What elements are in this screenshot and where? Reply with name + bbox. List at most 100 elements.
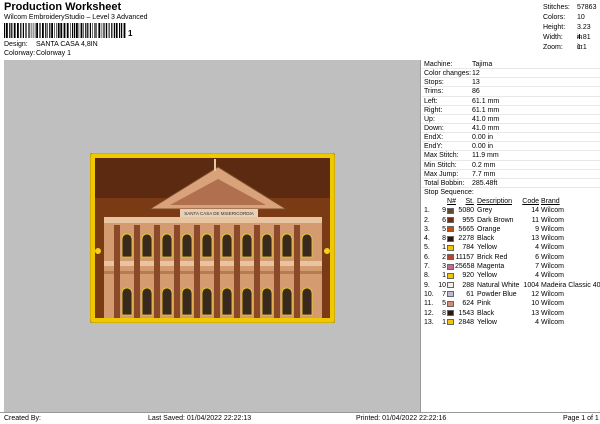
thread-brand: Wilcom (541, 244, 564, 252)
needle-number: 9 (442, 207, 446, 215)
stop-row: 5. 1 784 Yellow 4 Wilcom (422, 243, 600, 252)
info-value: 86 (472, 88, 480, 96)
machine-info: Machine: Tajima Color changes: 12 Stops: 13 Tr… (422, 60, 600, 188)
stitch-count: 1543 (458, 309, 474, 317)
info-value: 11.9 mm (472, 152, 499, 160)
color-description: Brick Red (477, 253, 508, 261)
info-value: 0.00 in (472, 134, 494, 142)
needle-number: 3 (442, 263, 446, 271)
thread-brand: Wilcom (541, 225, 564, 233)
info-label: Stops: (424, 79, 444, 87)
color-description: Powder Blue (477, 290, 517, 298)
design-name: SANTA CASA 4,8IN (36, 41, 98, 48)
info-row: EndY: 0.00 in (422, 142, 600, 152)
stitch-count: 11157 (455, 253, 474, 261)
stop-row: 6. 2 11157 Brick Red 6 Wilcom (422, 253, 600, 262)
stop-row: 3. 5 5665 Orange 9 Wilcom (422, 225, 600, 234)
page-title: Production Worksheet (4, 1, 122, 13)
color-code: 1004 (523, 281, 539, 289)
info-value: 61.1 mm (472, 106, 500, 114)
stop-number: 10. (424, 290, 434, 298)
stop-number: 9. (424, 281, 430, 289)
stop-row: 9. 10 288 Natural White 1004 Madeira Classic … (422, 281, 600, 290)
thread-brand: Wilcom (541, 300, 564, 308)
needle-number: 1 (442, 244, 446, 252)
footer-page: Page 1 of 1 (563, 415, 599, 422)
info-label: Color changes: (424, 70, 472, 78)
color-code: 7 (535, 263, 539, 271)
color-swatch (447, 217, 454, 224)
color-description: Yellow (477, 244, 497, 252)
color-swatch (447, 254, 454, 261)
info-row: Down: 41.0 mm (422, 124, 600, 134)
needle-number: 1 (442, 272, 446, 280)
stop-number: 12. (424, 309, 434, 317)
info-row: Trims: 86 (422, 87, 600, 97)
needle-number: 8 (442, 309, 446, 317)
stop-number: 13. (424, 318, 434, 326)
color-swatch (447, 291, 454, 298)
info-label: Machine: (424, 61, 453, 68)
info-value: 285.48ft (472, 179, 498, 187)
needle-number: 5 (442, 225, 446, 233)
header-n: N# (447, 197, 456, 205)
stop-row: 13. 1 2848 Yellow 4 Wilcom (422, 318, 600, 327)
color-code: 11 (531, 216, 539, 224)
info-row: Machine: Tajima (422, 60, 600, 70)
color-swatch (447, 272, 454, 279)
stop-number: 2. (424, 216, 430, 224)
color-swatch (447, 319, 454, 326)
thread-brand: Wilcom (541, 309, 564, 317)
info-label: Max Stitch: (424, 152, 459, 160)
stop-number: 4. (424, 235, 430, 243)
stop-number: 11. (424, 300, 434, 308)
needle-number: 8 (442, 235, 446, 243)
color-swatch (447, 282, 454, 289)
info-label: Trims: (424, 88, 444, 96)
color-description: Black (477, 235, 495, 243)
thread-brand: Wilcom (541, 207, 564, 215)
stop-sequence-rows: 1. 9 5080 Grey 14 Wilcom 2. 6 955 Dark Brown 11 Wil… (422, 206, 600, 327)
thread-brand: Wilcom (541, 263, 564, 271)
software-subtitle: Wilcom EmbroideryStudio – Level 3 Advanc… (4, 14, 148, 21)
thread-brand: Madeira Classic 40 (541, 281, 600, 289)
info-label: Up: (424, 115, 435, 123)
info-label: Min Stitch: (424, 161, 457, 169)
color-swatch (447, 207, 454, 214)
info-value: 12 (472, 70, 480, 78)
needle-number: 1 (442, 318, 446, 326)
color-code: 4 (535, 272, 539, 280)
info-label: EndX: (424, 134, 444, 142)
stop-row: 2. 6 955 Dark Brown 11 Wilcom (422, 216, 600, 225)
color-code: 14 (531, 207, 539, 215)
info-row: Left: 61.1 mm (422, 97, 600, 106)
thread-brand: Wilcom (541, 235, 564, 243)
color-swatch (447, 244, 454, 251)
color-swatch (447, 310, 454, 317)
stitch-count: 5665 (458, 225, 474, 233)
design-preview: SANTA CASA DE MISERICORDIA (89, 152, 336, 324)
color-code: 12 (531, 290, 539, 298)
info-value: Tajima (472, 61, 493, 68)
stitch-count: 784 (462, 244, 474, 252)
color-code: 4 (535, 244, 539, 252)
needle-number: 5 (442, 300, 446, 308)
stop-row: 10. 7 61 Powder Blue 12 Wilcom (422, 290, 600, 299)
info-label: Left: (424, 97, 438, 105)
stitch-count: 61 (466, 290, 474, 298)
stop-number: 1. (424, 207, 430, 215)
stop-number: 7. (424, 263, 430, 271)
stop-number: 5. (424, 244, 430, 252)
info-value: 41.0 mm (472, 124, 500, 132)
design-canvas[interactable]: SANTA CASA DE MISERICORDIA (4, 60, 421, 412)
stop-row: 7. 3 25658 Magenta 7 Wilcom (422, 262, 600, 271)
thread-brand: Wilcom (541, 216, 564, 224)
footer: Created By: Last Saved: 01/04/2022 22:22… (0, 412, 600, 424)
info-row: Color changes: 12 (422, 69, 600, 79)
color-description: Black (477, 309, 495, 317)
stop-row: 1. 9 5080 Grey 14 Wilcom (422, 206, 600, 215)
header-brand: Brand (541, 197, 560, 205)
color-swatch (447, 263, 454, 270)
info-row: Right: 61.1 mm (422, 106, 600, 115)
color-code: 9 (535, 225, 539, 233)
